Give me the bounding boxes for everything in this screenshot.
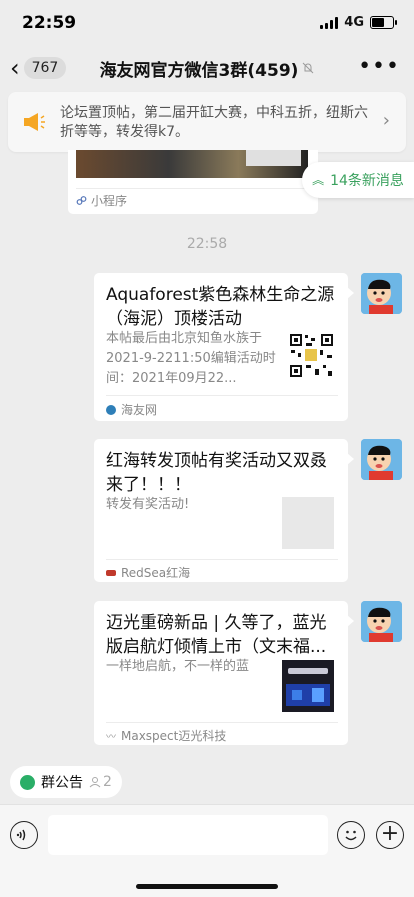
message-description: 本帖最后由北京知鱼水族于2021-9-2211:50编辑活动时间：2021年09… — [106, 331, 276, 386]
message-description: 转发有奖活动! — [106, 497, 190, 512]
message-description: 一样地启航，不一样的蓝 — [106, 659, 250, 674]
cartoon-avatar-icon — [361, 601, 402, 642]
double-chevron-up-icon: ︽ — [312, 173, 325, 187]
chevron-left-icon: ‹ — [10, 54, 20, 82]
message-source: 海友网 — [106, 401, 157, 418]
battery-icon — [370, 16, 397, 29]
more-dots-icon[interactable]: ••• — [358, 54, 400, 79]
message-source: 〰 Maxspect迈光科技 — [106, 727, 226, 744]
status-time: 22:59 — [22, 13, 77, 33]
mini-program-thumbnail-overlay — [246, 150, 301, 166]
new-messages-button[interactable]: ︽ 14条新消息 — [302, 162, 414, 198]
home-indicator — [136, 884, 278, 889]
time-separator: 22:58 — [186, 236, 228, 252]
pinned-announcement[interactable]: 论坛置顶帖，第二届开缸大赛，中科五折，纽斯六折等等，转发得k7。 › — [8, 92, 406, 152]
message-title: Aquaforest紫色森林生命之源（海泥）顶楼活动 — [106, 285, 335, 329]
chevron-right-icon: › — [382, 110, 390, 131]
input-bar: + — [0, 804, 414, 897]
source-logo-icon — [106, 404, 116, 415]
mini-program-card[interactable]: 小程序 — [68, 150, 318, 214]
source-logo-icon: 〰 — [106, 732, 116, 743]
status-indicators: 4G — [320, 15, 397, 30]
group-announcement-button[interactable]: 群公告 2 — [10, 766, 122, 798]
person-icon — [89, 777, 101, 788]
card-divider — [76, 188, 310, 189]
source-label: Maxspect迈光科技 — [121, 729, 227, 743]
mini-program-label: 小程序 — [91, 194, 128, 208]
nav-bar: ‹ 767 海友网官方微信3群(459) ••• — [0, 46, 414, 90]
avatar[interactable] — [361, 273, 402, 314]
chat-title-container: 海友网官方微信3群(459) — [60, 46, 354, 90]
article-thumbnail — [282, 497, 334, 549]
back-button[interactable]: ‹ 767 — [10, 53, 67, 83]
source-label: 海友网 — [121, 403, 158, 417]
plus-icon[interactable]: + — [376, 821, 404, 849]
source-logo-icon — [106, 569, 116, 576]
qr-code-thumbnail — [289, 333, 334, 378]
network-label: 4G — [344, 15, 364, 30]
emoji-icon[interactable] — [337, 821, 365, 849]
signal-icon — [320, 16, 339, 29]
message-source: RedSea红海 — [106, 564, 190, 581]
card-divider — [106, 559, 338, 560]
message-title: 迈光重磅新品 | 久等了，蓝光版启航灯倾情上市（文末福... — [106, 613, 327, 657]
mini-program-icon — [76, 196, 87, 205]
cartoon-avatar-icon — [361, 439, 402, 480]
source-label: RedSea红海 — [121, 566, 191, 580]
new-messages-label: 14条新消息 — [330, 173, 404, 189]
link-message-card[interactable]: 迈光重磅新品 | 久等了，蓝光版启航灯倾情上市（文末福... 一样地启航，不一样… — [94, 601, 354, 745]
status-bar: 22:59 4G — [0, 0, 414, 46]
card-divider — [106, 395, 338, 396]
voice-icon[interactable] — [10, 821, 38, 849]
avatar[interactable] — [361, 601, 402, 642]
announcement-bar: 群公告 2 — [0, 760, 414, 804]
cartoon-avatar-icon — [361, 273, 402, 314]
message-title: 红海转发顶帖有奖活动又双叒来了！！！ — [106, 451, 327, 495]
link-message-card[interactable]: 红海转发顶帖有奖活动又双叒来了！！！ 转发有奖活动! RedSea红海 — [94, 439, 354, 582]
pin-text: 论坛置顶帖，第二届开缸大赛，中科五折，纽斯六折等等，转发得k7。 — [60, 105, 368, 140]
message-input[interactable] — [48, 815, 328, 855]
mini-program-source: 小程序 — [76, 192, 127, 209]
announcement-count-value: 2 — [103, 774, 112, 790]
link-message-card[interactable]: Aquaforest紫色森林生命之源（海泥）顶楼活动 本帖最后由北京知鱼水族于2… — [94, 273, 354, 421]
announcement-icon — [20, 774, 35, 790]
bell-off-icon — [303, 62, 314, 74]
card-divider — [106, 722, 338, 723]
avatar[interactable] — [361, 439, 402, 480]
megaphone-icon — [24, 113, 45, 131]
announcement-label: 群公告 — [41, 775, 83, 791]
chat-title: 海友网官方微信3群(459) — [99, 60, 299, 81]
article-thumbnail — [282, 660, 334, 712]
announcement-count: 2 — [89, 774, 112, 790]
